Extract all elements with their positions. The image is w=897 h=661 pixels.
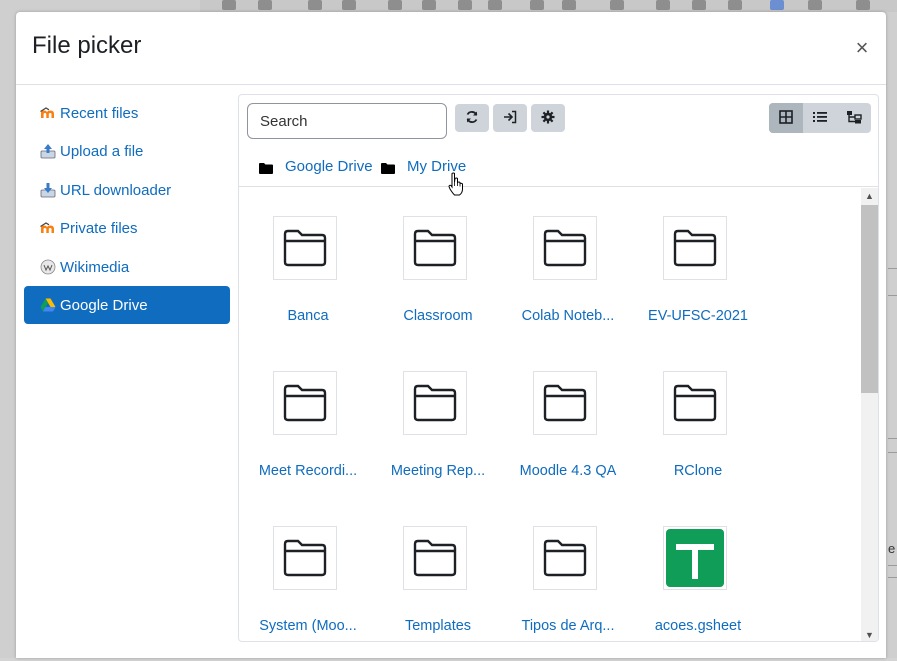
icons-view-button[interactable] [769, 103, 803, 133]
repository-label: Private files [60, 219, 138, 237]
file-name: RClone [673, 463, 723, 479]
folder-icon [381, 161, 395, 174]
folder-item[interactable]: RClone [639, 338, 759, 479]
folder-icon [533, 371, 597, 435]
background-editor-toolbar [200, 0, 897, 12]
repository-label: Recent files [60, 104, 139, 122]
folder-icon [273, 526, 337, 590]
folder-item[interactable]: Colab Noteb... [509, 188, 629, 324]
icons-view-icon [779, 109, 793, 127]
folder-item[interactable]: EV-UFSC-2021 [639, 188, 759, 324]
refresh-button[interactable] [455, 104, 489, 132]
folder-icon [403, 216, 467, 280]
repository-wikimedia[interactable]: Wikimedia [24, 248, 230, 286]
repository-url-downloader[interactable]: URL downloader [24, 171, 230, 209]
logout-button[interactable] [493, 104, 527, 132]
download-icon [40, 182, 56, 198]
folder-icon [273, 216, 337, 280]
dialog-header: File picker × [16, 12, 886, 85]
tree-view-icon [846, 110, 862, 127]
wikimedia-icon [40, 259, 56, 275]
scrollbar[interactable]: ▲ ▼ [861, 188, 878, 641]
folder-icon [403, 371, 467, 435]
file-browser-panel: Google Drive My Drive Banca Classroom Cola… [238, 94, 879, 642]
upload-icon [40, 143, 56, 159]
folder-icon [663, 216, 727, 280]
file-name: Templates [404, 618, 472, 634]
repository-recent-files[interactable]: Recent files [24, 94, 230, 132]
breadcrumb-label: Google Drive [285, 158, 373, 175]
google-drive-icon [40, 297, 56, 313]
search-input[interactable] [247, 103, 447, 139]
folder-icon [273, 371, 337, 435]
folder-icon [533, 526, 597, 590]
dialog-title: File picker [32, 32, 142, 59]
file-name: acoes.gsheet [654, 618, 742, 634]
file-grid: Banca Classroom Colab Noteb... EV-UFSC-2021… [239, 188, 861, 641]
settings-icon [541, 110, 555, 127]
file-picker-dialog: File picker × Recent files Upload a file… [16, 12, 886, 658]
file-name: Banca [287, 308, 329, 324]
folder-icon [259, 161, 273, 174]
folder-item[interactable]: Meeting Rep... [379, 338, 499, 479]
folder-item[interactable]: System (Moo... [249, 493, 369, 634]
logout-icon [503, 110, 518, 127]
folder-item[interactable]: Classroom [379, 188, 499, 324]
repository-label: Upload a file [60, 142, 144, 160]
folder-item[interactable]: Banca [249, 188, 369, 324]
scroll-down-arrow-icon[interactable]: ▼ [861, 627, 878, 641]
repository-label: URL downloader [60, 181, 172, 199]
file-name: Moodle 4.3 QA [519, 463, 617, 479]
repository-label: Google Drive [60, 296, 148, 314]
list-view-icon [813, 111, 827, 126]
file-name: Tipos de Arq... [521, 618, 615, 634]
google-sheet-icon [663, 526, 727, 590]
moodle-icon [40, 105, 56, 121]
breadcrumb-google-drive[interactable]: Google Drive [259, 158, 373, 175]
file-name: Classroom [403, 308, 473, 324]
refresh-icon [465, 110, 479, 127]
file-name: System (Moo... [259, 618, 357, 634]
breadcrumb-my-drive[interactable]: My Drive [381, 158, 466, 175]
view-switcher [769, 103, 871, 133]
tree-view-button[interactable] [837, 103, 871, 133]
breadcrumb: Google Drive My Drive [239, 145, 878, 187]
folder-item[interactable]: Tipos de Arq... [509, 493, 629, 634]
background-text: e [888, 541, 896, 556]
folder-item[interactable]: Moodle 4.3 QA [509, 338, 629, 479]
moodle-icon [40, 220, 56, 236]
repository-google-drive[interactable]: Google Drive [24, 286, 230, 324]
settings-button[interactable] [531, 104, 565, 132]
folder-icon [403, 526, 467, 590]
repository-private-files[interactable]: Private files [24, 209, 230, 247]
breadcrumb-label: My Drive [407, 158, 467, 175]
file-name: Meeting Rep... [390, 463, 486, 479]
file-name: Meet Recordi... [258, 463, 358, 479]
folder-icon [663, 371, 727, 435]
scroll-thumb[interactable] [861, 205, 878, 393]
file-name: EV-UFSC-2021 [648, 308, 748, 324]
repository-label: Wikimedia [60, 258, 130, 276]
repository-upload-file[interactable]: Upload a file [24, 132, 230, 170]
file-name: Colab Noteb... [521, 308, 615, 324]
file-item[interactable]: acoes.gsheet [639, 493, 759, 634]
scroll-up-arrow-icon[interactable]: ▲ [861, 188, 878, 204]
folder-icon [533, 216, 597, 280]
close-button[interactable]: × [852, 37, 872, 59]
folder-item[interactable]: Templates [379, 493, 499, 634]
folder-item[interactable]: Meet Recordi... [249, 338, 369, 479]
list-view-button[interactable] [803, 103, 837, 133]
